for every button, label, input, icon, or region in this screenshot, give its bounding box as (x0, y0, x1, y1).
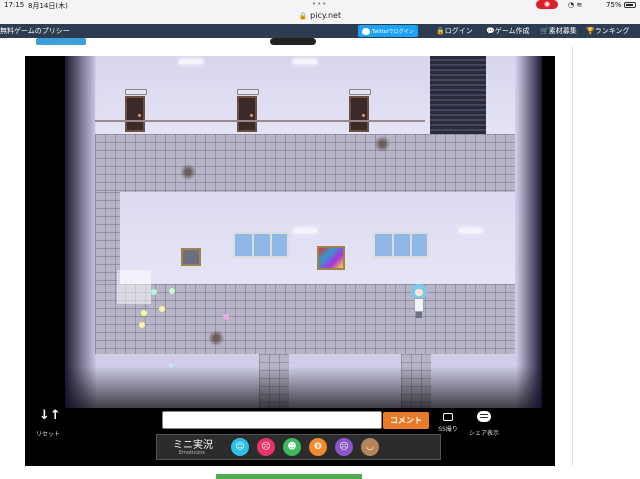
category-tag[interactable] (36, 38, 86, 45)
lower-floor (95, 284, 515, 354)
player-face (415, 289, 423, 296)
lock-icon: 🔒 (298, 12, 308, 20)
ceiling-light (179, 59, 203, 64)
comment-input[interactable] (162, 411, 382, 429)
player-body (414, 298, 424, 312)
window (373, 232, 429, 258)
floor-crack (181, 164, 199, 180)
login-label: ログイン (444, 27, 473, 35)
vignette-left (65, 56, 97, 408)
emote-angry-icon[interactable]: ☹ (335, 438, 353, 456)
ranking-link[interactable]: 🏆ランキング (586, 25, 630, 37)
door-knob (138, 114, 141, 117)
door-sign (237, 89, 259, 95)
create-game-link[interactable]: 💬ゲーム作成 (486, 25, 530, 37)
floor-shadow (65, 366, 542, 408)
status-bar: 17:15 8月14日(木) ••• ◉ ◔ ≋ 75% (0, 0, 640, 10)
site-brand[interactable]: 無料ゲームのプリシー (0, 26, 70, 36)
upper-floor (95, 134, 515, 192)
materials-label: 素材募集 (548, 27, 577, 35)
bottom-banner[interactable] (216, 474, 362, 479)
floor-crack (209, 330, 227, 346)
browser-dots[interactable]: ••• (312, 0, 327, 8)
reset-icon[interactable]: ↓↑ (39, 408, 61, 423)
create-game-label: ゲーム作成 (494, 27, 530, 35)
emote-title: ミニ実況 (173, 440, 213, 451)
painting[interactable] (317, 246, 345, 270)
door-knob (250, 114, 253, 117)
emote-laugh-icon[interactable]: ☻ (283, 438, 301, 456)
status-time: 17:15 (4, 1, 25, 9)
wifi-icon: ◔ ≋ (568, 1, 583, 9)
door-knob (362, 114, 365, 117)
window (233, 232, 289, 258)
emote-panel: ミニ実況 Emoticons ☺ ☹ ☻ ʘ ☹ ◡ (156, 434, 441, 460)
emote-sad-icon[interactable]: ☹ (257, 438, 275, 456)
cart-icon: 🛒 (540, 27, 549, 35)
sparkle (223, 314, 229, 320)
door-sign (349, 89, 371, 95)
sparkle (169, 288, 175, 294)
comment-button[interactable]: コメント (383, 412, 429, 429)
battery-icon (624, 2, 636, 8)
battery-percent: 75% (606, 1, 622, 9)
record-icon[interactable]: ◉ (536, 0, 558, 9)
sparkle (151, 289, 157, 295)
url-bar[interactable]: 🔒 picy.net (0, 10, 640, 24)
share-icon[interactable] (477, 411, 491, 422)
divider (572, 46, 573, 466)
wall-rail (95, 120, 425, 122)
door[interactable] (349, 89, 371, 132)
stairs[interactable] (430, 56, 486, 134)
game-canvas[interactable] (65, 56, 542, 408)
site-navbar: 無料ゲームのプリシー Twitterでログイン 🔒ログイン 💬ゲーム作成 🛒素材… (0, 24, 640, 38)
painting[interactable] (181, 248, 201, 266)
chat-icon: 💬 (486, 27, 495, 35)
wall-light (293, 228, 317, 233)
floor-crack (375, 136, 393, 152)
ranking-label: ランキング (594, 27, 630, 35)
selection-highlight (117, 270, 151, 304)
share-label: シェア表示 (468, 430, 499, 437)
door[interactable] (237, 89, 259, 132)
game-frame: ↓↑ リセット コメント SS撮り シェア表示 ミニ実況 Emoticons ☺… (25, 56, 555, 466)
vignette-right (516, 56, 542, 408)
twitter-login-button[interactable]: Twitterでログイン (358, 25, 418, 37)
reset-label: リセット (35, 431, 60, 438)
ceiling-light (293, 59, 317, 64)
sub-bar (0, 38, 640, 46)
emote-subtitle: Emoticons (179, 450, 206, 456)
emote-surprised-icon[interactable]: ʘ (309, 438, 327, 456)
pill-button[interactable] (270, 38, 316, 45)
wall-light (459, 228, 483, 233)
player-character[interactable] (411, 284, 427, 318)
lock-icon: 🔒 (436, 27, 445, 35)
sparkle (139, 322, 145, 328)
sparkle (159, 306, 165, 312)
door-sign (125, 89, 147, 95)
emote-neutral-icon[interactable]: ◡ (361, 438, 379, 456)
door[interactable] (125, 89, 147, 132)
sparkle (141, 310, 147, 316)
emote-happy-icon[interactable]: ☺ (231, 438, 249, 456)
login-link[interactable]: 🔒ログイン (436, 25, 473, 37)
trophy-icon: 🏆 (586, 27, 595, 35)
middle-wall (120, 192, 515, 284)
camera-icon[interactable] (443, 413, 453, 421)
twitter-icon (362, 27, 370, 35)
twitter-login-label: Twitterでログイン (372, 29, 414, 35)
screenshot-label: SS撮り (438, 426, 458, 433)
materials-link[interactable]: 🛒素材募集 (540, 25, 577, 37)
url-text: picy.net (310, 11, 342, 20)
player-legs (416, 312, 422, 318)
